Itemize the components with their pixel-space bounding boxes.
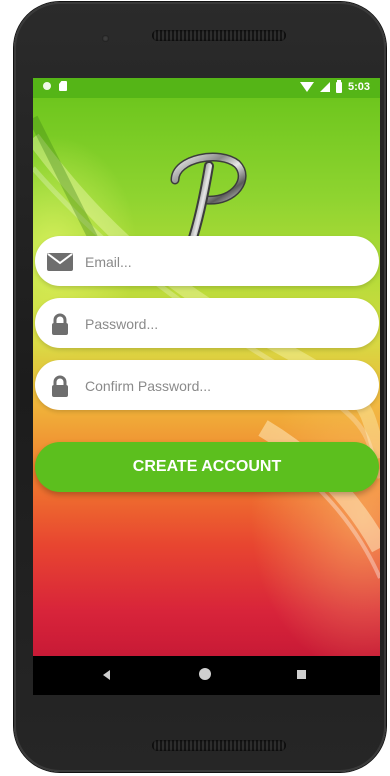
envelope-icon (47, 253, 73, 271)
bottom-speaker (152, 740, 286, 751)
battery-icon (335, 79, 342, 93)
signal-icon (319, 82, 330, 92)
front-camera (102, 35, 109, 42)
navigation-bar (33, 656, 380, 695)
create-account-button[interactable]: CREATE ACCOUNT (35, 442, 379, 492)
lock-icon (52, 313, 68, 335)
back-icon[interactable] (103, 670, 110, 680)
recents-icon[interactable] (297, 670, 306, 679)
password-input[interactable] (83, 298, 367, 350)
notification-dot-icon (43, 82, 51, 90)
email-field[interactable] (35, 236, 379, 288)
email-input[interactable] (83, 236, 367, 288)
status-time: 5:03 (347, 81, 370, 93)
top-speaker (152, 30, 286, 41)
lock-icon (52, 375, 68, 397)
home-icon[interactable] (199, 668, 211, 680)
app-screen: 5:03 Email... CREATE ACCOUNT (33, 78, 380, 695)
password-field[interactable] (35, 298, 379, 350)
app-logo (170, 152, 247, 249)
status-bar: 5:03 (33, 78, 380, 98)
confirm-password-input[interactable] (83, 360, 367, 412)
sd-card-icon (59, 81, 67, 91)
confirm-password-field[interactable] (35, 360, 379, 412)
background-wallpaper: CREATE ACCOUNT (33, 98, 380, 656)
wifi-icon (299, 82, 314, 92)
